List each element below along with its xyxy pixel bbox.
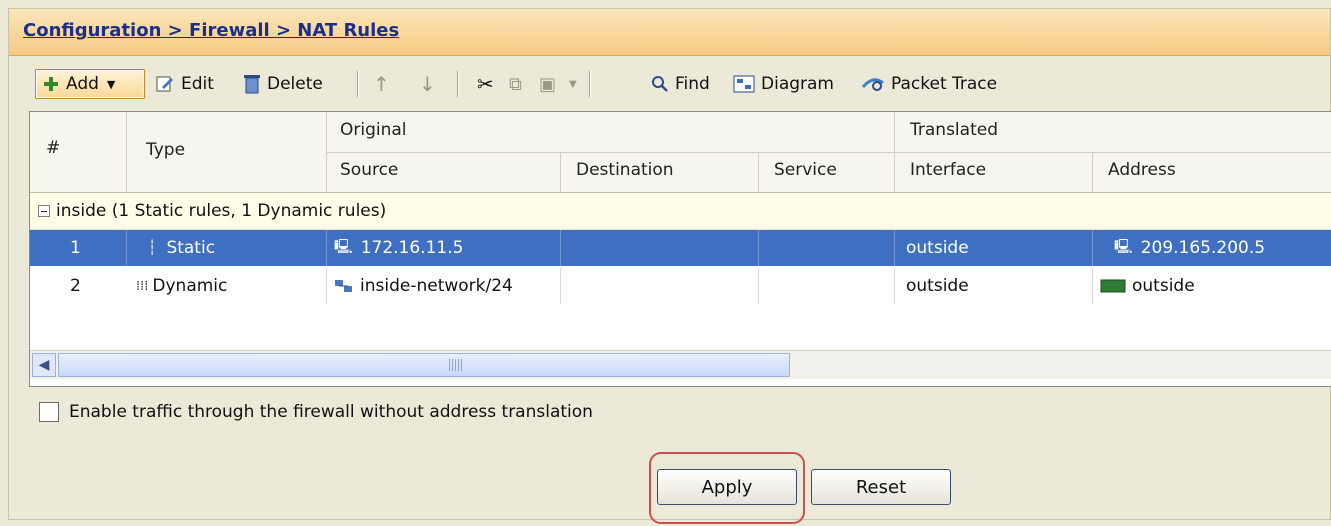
- delete-label: Delete: [267, 74, 323, 94]
- collapse-icon[interactable]: [38, 205, 50, 217]
- row-number: 1: [70, 238, 81, 258]
- table-row[interactable]: 1 ┆ Static 🖳 172.16.11.5 outside 🖳 209.1…: [30, 230, 1331, 266]
- horizontal-scrollbar[interactable]: ◀: [30, 350, 1331, 379]
- column-number[interactable]: #: [46, 138, 60, 158]
- add-icon: [44, 77, 58, 91]
- apply-button[interactable]: Apply: [657, 469, 797, 505]
- interface-icon: [1100, 279, 1126, 293]
- column-address[interactable]: Address: [1108, 160, 1176, 180]
- row-type: ⁞⁞⁞ Dynamic: [136, 268, 227, 304]
- add-button[interactable]: Add ▼: [35, 69, 145, 99]
- diagram-button[interactable]: Diagram: [733, 69, 834, 99]
- cut-icon[interactable]: ✂: [477, 69, 494, 99]
- group-row-inside[interactable]: inside (1 Static rules, 1 Dynamic rules): [30, 193, 1331, 230]
- edit-icon: [156, 76, 173, 92]
- nat-rules-panel: Configuration > Firewall > NAT Rules Add…: [8, 8, 1331, 524]
- panel-header: Configuration > Firewall > NAT Rules: [9, 9, 1330, 56]
- column-service[interactable]: Service: [774, 160, 837, 180]
- add-label: Add: [66, 74, 99, 94]
- enable-traffic-label: Enable traffic through the firewall with…: [69, 402, 593, 422]
- copy-icon[interactable]: ⧉: [509, 69, 522, 99]
- row-interface: outside: [906, 276, 969, 296]
- column-divider: [126, 112, 127, 192]
- row-address-label: 209.165.200.5: [1140, 238, 1266, 258]
- group-label: inside (1 Static rules, 1 Dynamic rules): [56, 201, 387, 221]
- column-divider: [758, 152, 759, 192]
- enable-traffic-checkbox[interactable]: [39, 402, 59, 422]
- row-number: 2: [70, 276, 81, 296]
- packet-trace-icon: [861, 78, 884, 91]
- static-rule-icon: ┆: [148, 240, 157, 256]
- chevron-down-icon[interactable]: ▼: [107, 78, 115, 91]
- column-divider: [560, 152, 561, 192]
- chevron-down-icon[interactable]: ▼: [569, 69, 577, 99]
- row-source: 🖳 172.16.11.5: [334, 230, 463, 266]
- breadcrumb[interactable]: Configuration > Firewall > NAT Rules: [23, 20, 399, 41]
- nat-rules-table: # Type Original Translated Source Destin…: [29, 111, 1331, 387]
- paste-icon[interactable]: ▣: [539, 69, 556, 99]
- column-interface[interactable]: Interface: [910, 160, 986, 180]
- row-type-label: Dynamic: [152, 276, 228, 296]
- grip-icon: [449, 359, 463, 371]
- column-group-original: Original: [340, 120, 407, 140]
- scrollbar-thumb[interactable]: [58, 353, 790, 377]
- reset-button[interactable]: Reset: [811, 469, 951, 505]
- enable-traffic-checkbox-row[interactable]: Enable traffic through the firewall with…: [39, 402, 593, 422]
- toolbar-separator: [357, 71, 358, 97]
- row-source-label: 172.16.11.5: [360, 238, 464, 258]
- search-icon: [652, 76, 668, 92]
- scroll-left-icon[interactable]: ◀: [32, 353, 56, 377]
- header-divider: [326, 152, 1331, 153]
- column-destination[interactable]: Destination: [576, 160, 674, 180]
- row-address: 🖳 209.165.200.5: [1114, 230, 1265, 266]
- delete-button[interactable]: Delete: [243, 69, 323, 99]
- column-source[interactable]: Source: [340, 160, 398, 180]
- row-interface: outside: [906, 238, 969, 258]
- host-icon: 🖳: [1114, 239, 1133, 255]
- diagram-icon: [733, 75, 755, 93]
- row-address: outside: [1100, 268, 1195, 304]
- row-address-label: outside: [1132, 276, 1195, 296]
- column-type[interactable]: Type: [146, 140, 185, 160]
- row-source: inside-network/24: [334, 268, 513, 304]
- row-type-label: Static: [166, 238, 216, 258]
- find-button[interactable]: Find: [651, 69, 710, 99]
- host-icon: 🖳: [334, 239, 353, 255]
- row-type: ┆ Static: [148, 230, 215, 266]
- table-row[interactable]: 2 ⁞⁞⁞ Dynamic inside-network/24 outside …: [30, 268, 1331, 304]
- packet-trace-button[interactable]: Packet Trace: [861, 69, 997, 99]
- row-source-label: inside-network/24: [360, 276, 513, 296]
- move-down-icon[interactable]: ↓: [419, 69, 436, 99]
- trash-icon: [244, 75, 260, 94]
- column-group-translated: Translated: [910, 120, 998, 140]
- find-label: Find: [675, 74, 710, 94]
- table-header: # Type Original Translated Source Destin…: [30, 112, 1331, 193]
- diagram-label: Diagram: [761, 74, 834, 94]
- packet-trace-label: Packet Trace: [891, 74, 998, 94]
- network-object-icon: [335, 280, 352, 292]
- toolbar-separator: [589, 71, 590, 97]
- edit-button[interactable]: Edit: [155, 69, 214, 99]
- toolbar: Add ▼ Edit Delete ↑ ↓ ✂ ⧉ ▣ ▼ Find Diagr…: [9, 61, 1330, 107]
- toolbar-separator: [457, 71, 458, 97]
- move-up-icon[interactable]: ↑: [373, 69, 390, 99]
- edit-label: Edit: [181, 74, 214, 94]
- column-divider: [1092, 152, 1093, 192]
- dynamic-rule-icon: ⁞⁞⁞: [136, 278, 149, 294]
